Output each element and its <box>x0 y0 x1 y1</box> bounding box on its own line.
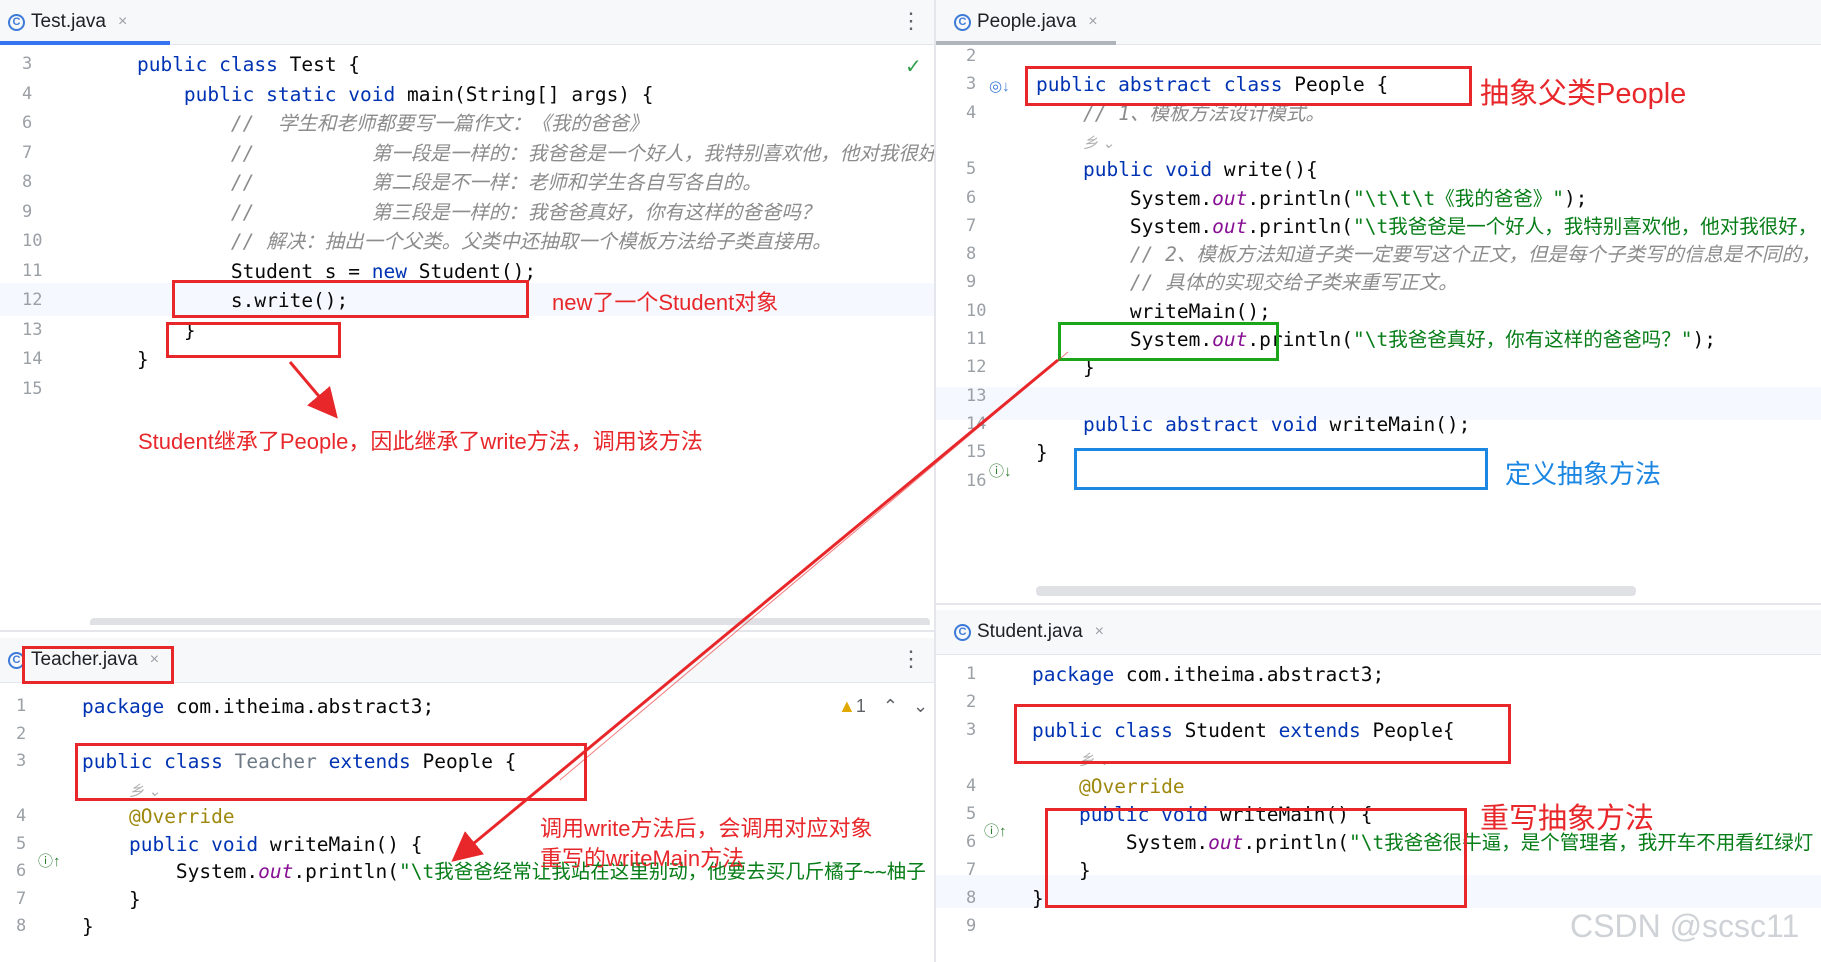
more-options-icon[interactable]: ⋮ <box>900 646 922 672</box>
horizontal-split-divider[interactable] <box>936 603 1821 605</box>
close-icon[interactable]: × <box>118 13 127 31</box>
code-line[interactable]: package com.itheima.abstract3; <box>1032 658 1384 691</box>
tab-bar-student: C Student.java × <box>936 610 1821 655</box>
line-number: 9 <box>22 201 33 222</box>
highlight-student-class <box>1014 704 1511 764</box>
override-method-icon: ⓘ↑ <box>984 823 1007 840</box>
active-tab-indicator <box>0 41 170 45</box>
annotation-define-abstract: 定义抽象方法 <box>1505 459 1662 489</box>
annotation-abstract-parent: 抽象父类People <box>1480 78 1687 110</box>
vertical-split-divider[interactable] <box>934 0 936 962</box>
highlight-teacher-class <box>75 743 587 801</box>
line-number: 10 <box>22 231 43 251</box>
more-options-icon[interactable]: ⋮ <box>900 8 922 34</box>
code-line[interactable]: public static void main(String[] args) { <box>90 78 654 111</box>
annotation-new-student: new了一个Student对象 <box>552 290 779 315</box>
java-class-icon: C <box>8 13 25 31</box>
implemented-method-icon: ⓘ↓ <box>989 463 1012 480</box>
check-icon: ✓ <box>905 56 922 78</box>
tab-bar-test: C Test.java × ⋮ <box>0 0 934 45</box>
line-number: 8 <box>16 916 27 936</box>
highlight-writemain-call <box>1058 322 1279 361</box>
line-number: 7 <box>22 142 33 163</box>
line-number: 11 <box>22 260 43 281</box>
code-line[interactable]: // 学生和老师都要写一篇作文：《我的爸爸》 <box>90 107 648 140</box>
tab-people-java[interactable]: C People.java × <box>936 0 1116 45</box>
line-number: 6 <box>22 113 33 133</box>
close-icon[interactable]: × <box>1088 13 1097 31</box>
code-area[interactable]: 3 public class Test { 4 public static voi… <box>0 48 934 625</box>
tab-student-java[interactable]: C Student.java × <box>954 610 1104 654</box>
line-number: 3 <box>22 54 33 74</box>
line-number: 12 <box>22 290 43 310</box>
code-line[interactable]: public class Test { <box>90 48 360 81</box>
horizontal-scrollbar[interactable] <box>90 618 930 625</box>
code-line[interactable]: } <box>90 343 149 376</box>
tab-label: Test.java <box>31 11 106 32</box>
code-line[interactable]: // 第二段是不一样：老师和学生各自写各自的。 <box>90 166 762 199</box>
highlight-student-writemain <box>1045 808 1467 908</box>
line-number: 8 <box>22 172 33 192</box>
code-line[interactable]: } <box>1036 436 1048 469</box>
code-area[interactable]: 2 3 public abstract class People {4 // 1、模… <box>936 40 1821 600</box>
highlight-s-write <box>166 322 341 358</box>
implemented-method-icon: ◎↓ <box>989 78 1010 95</box>
code-line[interactable]: System.out.println("\t我爸爸经常让我站在这里别动，他要去买… <box>82 855 926 888</box>
code-line[interactable]: // 第一段是一样的：我爸爸是一个好人，我特别喜欢他，他对我很好，我 <box>90 137 934 170</box>
line-number: 13 <box>22 319 43 340</box>
highlight-teacher-tab <box>22 646 174 684</box>
annotation-call-write-1: 调用write方法后，会调用对应对象 <box>540 816 873 841</box>
horizontal-split-divider[interactable] <box>0 630 934 632</box>
line-number: 14 <box>22 349 43 369</box>
code-line[interactable]: public abstract void writeMain(); <box>1036 408 1470 441</box>
code-line[interactable]: // 第三段是一样的：我爸爸真好，你有这样的爸爸吗？ <box>90 196 820 229</box>
highlight-people-class <box>1025 66 1472 106</box>
line-number: 15 <box>22 378 43 399</box>
watermark: CSDN @scsc11 <box>1570 908 1800 944</box>
annotation-override-abstract: 重写抽象方法 <box>1480 803 1655 835</box>
code-line[interactable]: package com.itheima.abstract3; <box>82 690 434 723</box>
line-number: 3 <box>966 720 977 740</box>
tab-label: Student.java <box>977 621 1083 642</box>
tab-label: People.java <box>977 11 1077 32</box>
line-number: 3 <box>16 751 27 771</box>
code-line[interactable]: } <box>82 910 94 943</box>
line-number: 9 <box>966 916 977 936</box>
code-line[interactable]: // 解决：抽出一个父类。父类中还抽取一个模板方法给子类直接用。 <box>90 225 832 258</box>
java-class-icon: C <box>954 623 971 641</box>
line-number: 4 <box>966 102 977 123</box>
line-number: 4 <box>22 83 33 104</box>
tab-bar-people: C People.java × <box>936 0 1821 45</box>
java-class-icon: C <box>954 13 971 31</box>
annotation-inherit-write: Student继承了People，因此继承了write方法，调用该方法 <box>138 429 703 454</box>
override-method-icon: ⓘ↑ <box>38 853 61 870</box>
code-line[interactable]: } <box>1032 882 1044 915</box>
highlight-new-student <box>172 280 529 318</box>
close-icon[interactable]: × <box>1095 623 1104 641</box>
highlight-abstract-method <box>1074 448 1488 490</box>
horizontal-scrollbar[interactable] <box>1036 586 1636 596</box>
annotation-call-write-2: 重写的writeMain方法 <box>540 846 745 871</box>
line-number: 16 <box>966 470 987 491</box>
tab-test-java[interactable]: C Test.java × <box>0 0 170 45</box>
